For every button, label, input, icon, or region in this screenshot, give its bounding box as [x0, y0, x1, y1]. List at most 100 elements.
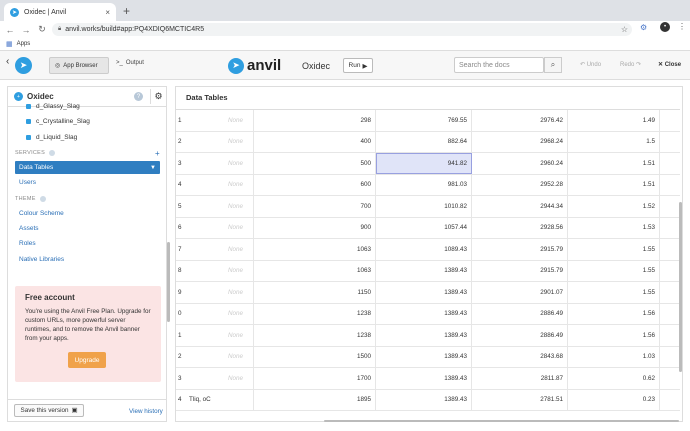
table-row[interactable]: 6 None 900 1057.44 2928.56 1.53	[176, 217, 680, 239]
bookmark-star-icon[interactable]: ☆	[621, 25, 628, 34]
number-cell[interactable]: 2915.79	[472, 260, 568, 281]
number-cell[interactable]: 2886.49	[472, 325, 568, 346]
tab-output[interactable]: >_ Output	[116, 60, 144, 66]
number-cell[interactable]: 2886.49	[472, 303, 568, 324]
number-cell[interactable]: 2968.24	[472, 131, 568, 152]
gear-icon[interactable]: ⚙	[150, 89, 166, 104]
row-index-cell[interactable]: 8	[176, 261, 184, 282]
back-chevron-icon[interactable]: ‹	[6, 56, 9, 67]
undo-button[interactable]: ↶ Undo	[580, 61, 601, 68]
number-cell[interactable]: 1389.43	[376, 303, 472, 324]
number-cell[interactable]: 2928.56	[472, 217, 568, 238]
text-cell[interactable]: None	[184, 260, 254, 281]
number-cell[interactable]: 600	[254, 174, 376, 195]
number-cell[interactable]: 1.5	[568, 131, 660, 152]
forward-arrow-icon[interactable]: →	[20, 25, 32, 35]
table-row[interactable]: 2 None 400 882.64 2968.24 1.5	[176, 131, 680, 153]
row-index-cell[interactable]: 1	[176, 110, 184, 131]
number-cell[interactable]: 400	[254, 131, 376, 152]
number-cell[interactable]: 1089.43	[376, 239, 472, 260]
number-cell[interactable]: 1063	[254, 239, 376, 260]
number-cell[interactable]: 1.51	[568, 153, 660, 174]
number-cell[interactable]: 1389.43	[376, 346, 472, 367]
number-cell[interactable]: 1.56	[568, 303, 660, 324]
row-index-cell[interactable]: 6	[176, 218, 184, 239]
number-cell[interactable]: 1.52	[568, 196, 660, 217]
number-cell[interactable]: 1.55	[568, 239, 660, 260]
search-icon[interactable]: ⌕	[544, 57, 562, 73]
url-input[interactable]: 🔒︎ anvil.works/build#app:PQ4XDIQ6MCTIC4R…	[52, 23, 632, 36]
row-index-cell[interactable]: 5	[176, 196, 184, 217]
number-cell[interactable]: 2781.51	[472, 389, 568, 410]
number-cell[interactable]: 1500	[254, 346, 376, 367]
number-cell[interactable]: 981.03	[376, 174, 472, 195]
table-row[interactable]: 4 None 600 981.03 2952.28 1.51	[176, 174, 680, 196]
row-index-cell[interactable]: 4	[176, 175, 184, 196]
text-cell[interactable]: None	[184, 239, 254, 260]
table-row[interactable]: 4 Tliq, oC 1895 1389.43 2781.51 0.23	[176, 389, 680, 411]
browser-menu-icon[interactable]: ⋮	[678, 22, 686, 31]
number-cell[interactable]: 1700	[254, 368, 376, 389]
number-cell[interactable]: 1389.43	[376, 389, 472, 410]
text-cell[interactable]: None	[184, 303, 254, 324]
extension-icon[interactable]: ⚙	[640, 23, 647, 32]
upgrade-button[interactable]: Upgrade	[68, 352, 106, 368]
text-cell[interactable]: None	[184, 153, 254, 174]
number-cell[interactable]: 1.55	[568, 282, 660, 303]
browser-tab[interactable]: ➤ Oxidec | Anvil ×	[4, 3, 116, 21]
number-cell[interactable]: 2944.34	[472, 196, 568, 217]
number-cell[interactable]: 1150	[254, 282, 376, 303]
row-index-cell[interactable]: 7	[176, 239, 184, 260]
reload-icon[interactable]: ↻	[36, 24, 48, 35]
text-cell[interactable]: None	[184, 346, 254, 367]
form-item[interactable]: d_Glassy_Slag	[26, 103, 80, 110]
row-index-cell[interactable]: 2	[176, 132, 184, 153]
form-item[interactable]: d_Liquid_Slag	[26, 134, 77, 141]
number-cell[interactable]: 500	[254, 153, 376, 174]
profile-avatar[interactable]: •	[660, 22, 670, 32]
number-cell[interactable]: 1389.43	[376, 325, 472, 346]
bookmark-apps[interactable]: Apps	[17, 41, 31, 47]
number-cell[interactable]: 1.53	[568, 217, 660, 238]
horizontal-scrollbar[interactable]	[324, 420, 679, 422]
number-cell[interactable]: 882.64	[376, 131, 472, 152]
table-row[interactable]: 3 None 1700 1389.43 2811.87 0.62	[176, 368, 680, 390]
table-row[interactable]: 1 None 298 769.55 2976.42 1.49	[176, 110, 680, 132]
new-tab-button[interactable]: +	[123, 4, 130, 18]
row-index-cell[interactable]: 3	[176, 153, 184, 174]
help-icon[interactable]: ?	[134, 92, 143, 101]
text-cell[interactable]: None	[184, 282, 254, 303]
save-version-button[interactable]: Save this version ▣	[14, 404, 84, 417]
number-cell[interactable]: 1.55	[568, 260, 660, 281]
sidebar-item-data-tables[interactable]: Data Tables ▼	[15, 161, 160, 174]
text-cell[interactable]: None	[184, 325, 254, 346]
text-cell[interactable]: None	[184, 217, 254, 238]
number-cell[interactable]: 1389.43	[376, 260, 472, 281]
number-cell[interactable]: 900	[254, 217, 376, 238]
text-cell[interactable]: None	[184, 131, 254, 152]
help-icon[interactable]	[39, 196, 46, 202]
number-cell[interactable]: 1063	[254, 260, 376, 281]
number-cell[interactable]: 700	[254, 196, 376, 217]
table-row[interactable]: 7 None 1063 1089.43 2915.79 1.55	[176, 239, 680, 261]
sidebar-item-roles[interactable]: Roles	[19, 240, 36, 247]
table-row[interactable]: 1 None 1238 1389.43 2886.49 1.56	[176, 325, 680, 347]
close-button[interactable]: ✕ Close	[658, 61, 681, 68]
number-cell[interactable]: 2901.07	[472, 282, 568, 303]
number-cell[interactable]: 941.82	[376, 153, 472, 174]
table-row[interactable]: 8 None 1063 1389.43 2915.79 1.55	[176, 260, 680, 282]
add-service-icon[interactable]: +	[155, 149, 160, 158]
text-cell[interactable]: None	[184, 110, 254, 131]
close-tab-icon[interactable]: ×	[105, 8, 110, 17]
row-index-cell[interactable]: 2	[176, 347, 184, 368]
number-cell[interactable]: 2960.24	[472, 153, 568, 174]
number-cell[interactable]: 1238	[254, 325, 376, 346]
number-cell[interactable]: 2811.87	[472, 368, 568, 389]
sidebar-item-native-libraries[interactable]: Native Libraries	[19, 256, 64, 263]
table-row[interactable]: 2 None 1500 1389.43 2843.68 1.03	[176, 346, 680, 368]
text-cell[interactable]: Tliq, oC	[184, 389, 254, 410]
sidebar-scrollbar[interactable]	[167, 242, 170, 322]
form-item[interactable]: c_Crystalline_Slag	[26, 118, 90, 125]
number-cell[interactable]: 0.23	[568, 389, 660, 410]
row-index-cell[interactable]: 1	[176, 325, 184, 346]
